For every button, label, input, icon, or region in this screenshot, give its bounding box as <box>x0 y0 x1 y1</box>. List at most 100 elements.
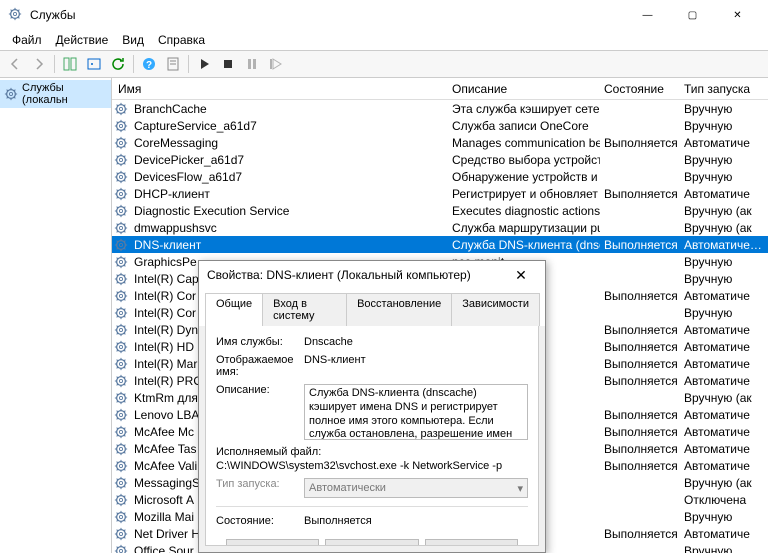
cell-state: Выполняется <box>600 407 680 423</box>
gear-icon <box>114 119 128 133</box>
cell-desc: Служба записи OneCore <box>448 118 600 134</box>
cell-start: Отключена <box>680 492 768 508</box>
play-button[interactable] <box>193 53 215 75</box>
value-state: Выполняется <box>304 515 528 527</box>
cell-state: Выполняется <box>600 135 680 151</box>
table-row[interactable]: BranchCacheЭта служба кэширует сетев…Вру… <box>112 100 768 117</box>
cell-start: Вручную <box>680 152 768 168</box>
cell-state <box>600 550 680 552</box>
menu-file[interactable]: Файл <box>6 31 48 49</box>
cell-start: Вручную <box>680 254 768 270</box>
cell-desc: Обнаружение устройств и п… <box>448 169 600 185</box>
col-header-state[interactable]: Состояние <box>598 79 678 99</box>
gear-icon <box>114 476 128 490</box>
label-startup: Тип запуска: <box>216 478 298 490</box>
forward-button[interactable] <box>28 53 50 75</box>
cell-desc: Manages communication bet… <box>448 135 600 151</box>
close-button[interactable]: ✕ <box>715 1 760 30</box>
app-icon <box>8 7 24 23</box>
gear-icon <box>114 221 128 235</box>
table-row[interactable]: DNS-клиентСлужба DNS-клиента (dnsca…Выпо… <box>112 236 768 253</box>
cell-state <box>600 176 680 178</box>
label-description: Описание: <box>216 384 298 396</box>
value-description[interactable]: Служба DNS-клиента (dnscache) кэширует и… <box>304 384 528 440</box>
cell-desc: Эта служба кэширует сетев… <box>448 101 600 117</box>
menu-help[interactable]: Справка <box>152 31 211 49</box>
restart-button[interactable] <box>265 53 287 75</box>
gear-icon <box>114 408 128 422</box>
svg-text:?: ? <box>146 60 152 71</box>
dialog-tabs: Общие Вход в систему Восстановление Зави… <box>199 289 545 326</box>
cell-start: Вручную (ак <box>680 475 768 491</box>
start-button[interactable]: Запустить <box>226 539 319 546</box>
cell-start: Автоматиче <box>680 186 768 202</box>
dialog-close-button[interactable]: ✕ <box>505 263 537 287</box>
cell-start: Вручную (ак <box>680 203 768 219</box>
gear-icon <box>114 544 128 553</box>
list-header: Имя Описание Состояние Тип запуска <box>112 78 768 100</box>
help-button[interactable]: ? <box>138 53 160 75</box>
gear-icon <box>114 238 128 252</box>
pause-button[interactable] <box>241 53 263 75</box>
menu-action[interactable]: Действие <box>50 31 115 49</box>
maximize-button[interactable]: ▢ <box>670 1 715 30</box>
cell-name: CoreMessaging <box>130 135 448 151</box>
tab-logon[interactable]: Вход в систему <box>262 293 347 326</box>
gear-icon <box>114 306 128 320</box>
cell-desc: Регистрирует и обновляет I… <box>448 186 600 202</box>
cell-start: Автоматиче <box>680 458 768 474</box>
table-row[interactable]: CoreMessagingManages communication bet…В… <box>112 134 768 151</box>
table-row[interactable]: Diagnostic Execution ServiceExecutes dia… <box>112 202 768 219</box>
stop-button[interactable]: Остановить <box>325 539 418 546</box>
tab-recovery[interactable]: Восстановление <box>346 293 452 326</box>
table-row[interactable]: DevicesFlow_a61d7Обнаружение устройств и… <box>112 168 768 185</box>
value-service-name[interactable]: Dnscache <box>304 336 353 348</box>
cell-state <box>600 159 680 161</box>
gear-icon <box>114 323 128 337</box>
label-executable: Исполняемый файл: <box>216 446 321 458</box>
gear-icon <box>114 102 128 116</box>
cell-state: Выполняется <box>600 373 680 389</box>
cell-name: DHCP-клиент <box>130 186 448 202</box>
cell-state <box>600 482 680 484</box>
table-row[interactable]: CaptureService_a61d7Служба записи OneCor… <box>112 117 768 134</box>
back-button[interactable] <box>4 53 26 75</box>
cell-start: Автоматиче <box>680 339 768 355</box>
startup-select[interactable]: Автоматически ▾ <box>304 478 528 498</box>
menu-view[interactable]: Вид <box>116 31 150 49</box>
tab-deps[interactable]: Зависимости <box>451 293 540 326</box>
tree-root-services[interactable]: Службы (локальн <box>0 80 111 108</box>
gear-icon <box>114 459 128 473</box>
cell-start: Автоматиче <box>680 288 768 304</box>
window-controls: — ▢ ✕ <box>625 1 760 30</box>
cell-start: Вручную <box>680 543 768 553</box>
stop-button[interactable] <box>217 53 239 75</box>
gear-icon <box>114 272 128 286</box>
properties-button[interactable] <box>162 53 184 75</box>
gear-icon <box>114 153 128 167</box>
col-header-name[interactable]: Имя <box>112 79 446 99</box>
refresh-button[interactable] <box>107 53 129 75</box>
cell-start: Вручную <box>680 271 768 287</box>
toolbar-btn-1[interactable] <box>59 53 81 75</box>
gear-icon <box>114 136 128 150</box>
cell-start: Автоматиче <box>680 135 768 151</box>
cell-state: Выполняется <box>600 356 680 372</box>
gear-icon <box>114 527 128 541</box>
toolbar-btn-2[interactable] <box>83 53 105 75</box>
col-header-desc[interactable]: Описание <box>446 79 598 99</box>
table-row[interactable]: DHCP-клиентРегистрирует и обновляет I…Вы… <box>112 185 768 202</box>
cell-state: Выполняется <box>600 339 680 355</box>
table-row[interactable]: dmwappushsvcСлужба маршрутизации pu…Вруч… <box>112 219 768 236</box>
col-header-start[interactable]: Тип запуска <box>678 79 768 99</box>
minimize-button[interactable]: — <box>625 1 670 30</box>
cell-name: DNS-клиент <box>130 237 448 253</box>
table-row[interactable]: DevicePicker_a61d7Средство выбора устрой… <box>112 151 768 168</box>
cell-start: Вручную <box>680 118 768 134</box>
properties-dialog: Свойства: DNS-клиент (Локальный компьюте… <box>198 260 546 553</box>
cell-start: Вручную (ак <box>680 220 768 236</box>
tab-general[interactable]: Общие <box>205 293 263 326</box>
cell-name: dmwappushsvc <box>130 220 448 236</box>
pause-button[interactable]: Приостанов <box>425 539 518 546</box>
separator <box>54 55 55 73</box>
